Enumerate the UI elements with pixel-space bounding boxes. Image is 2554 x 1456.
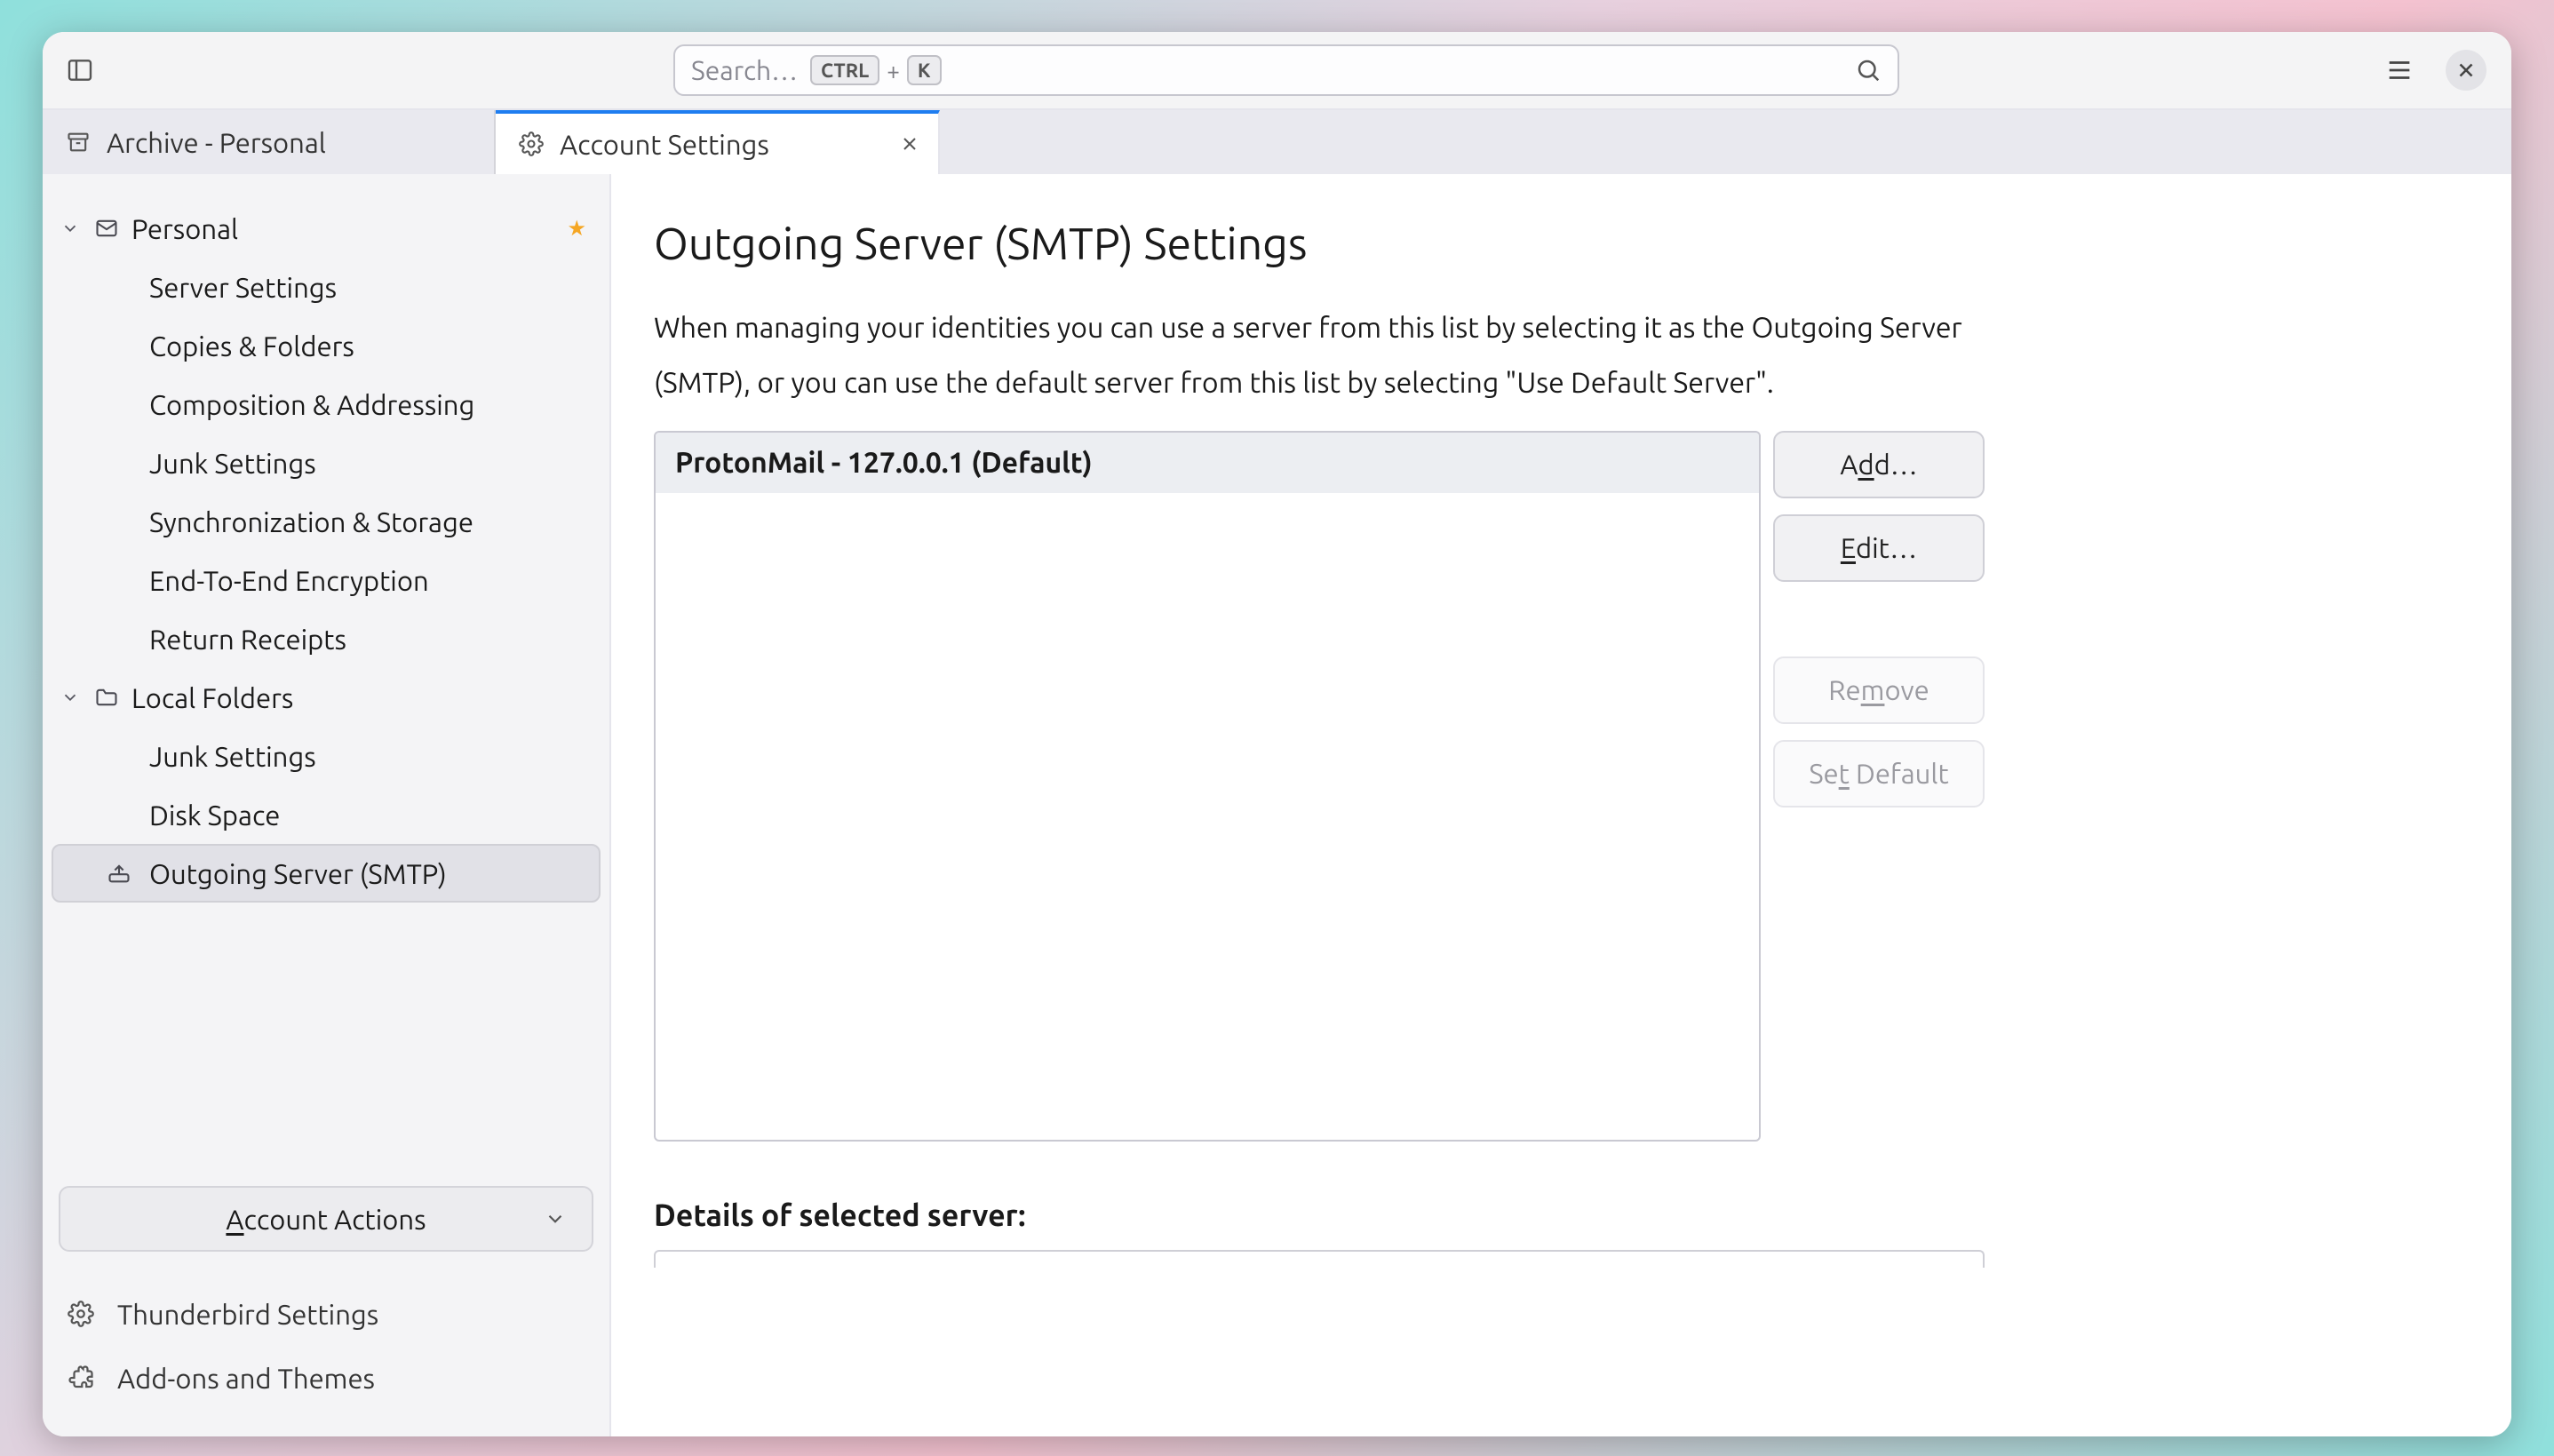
account-actions-label: Account Actions [226,1204,426,1235]
gear-icon [68,1301,94,1327]
remove-smtp-button: Remove [1773,656,1985,724]
app-menu-button[interactable] [2378,49,2421,91]
account-actions-button[interactable]: Account Actions [59,1186,593,1252]
tab-label: Account Settings [560,129,769,160]
archive-icon [66,130,91,155]
panel-icon [66,56,94,84]
tab-archive-personal[interactable]: Archive - Personal [43,110,496,174]
addons-themes-link[interactable]: Add-ons and Themes [68,1346,593,1410]
sidebar-item-local-junk-settings[interactable]: Junk Settings [52,727,601,785]
global-search-box[interactable]: Search… CTRL + K [673,44,1899,96]
puzzle-icon [68,1365,94,1391]
outbox-icon [107,861,133,886]
account-row-local-folders[interactable]: Local Folders [52,668,601,727]
title-toolbar: Search… CTRL + K [43,32,2511,110]
kbd-k: K [907,55,942,85]
sidebar-item-server-settings[interactable]: Server Settings [52,258,601,316]
settings-main-panel: Outgoing Server (SMTP) Settings When man… [611,174,2511,1436]
sidebar-item-label: Outgoing Server (SMTP) [149,858,447,889]
sidebar-item-return-receipts[interactable]: Return Receipts [52,609,601,668]
smtp-server-label: ProtonMail - 127.0.0.1 (Default) [675,447,1093,479]
sidebar-item-composition-addressing[interactable]: Composition & Addressing [52,375,601,434]
window-close-button[interactable] [2446,50,2486,91]
search-icon [1855,57,1882,84]
account-tree-sidebar: Personal ★ Server Settings Copies & Fold… [43,174,611,1436]
chevron-down-icon [60,219,82,238]
account-row-personal[interactable]: Personal ★ [52,199,601,258]
link-label: Thunderbird Settings [117,1299,378,1330]
sidebar-item-disk-space[interactable]: Disk Space [52,785,601,844]
thunderbird-settings-link[interactable]: Thunderbird Settings [68,1282,593,1346]
app-window: Search… CTRL + K Archive - Personal [43,32,2511,1436]
chevron-down-icon [544,1207,567,1230]
tab-bar: Archive - Personal Account Settings [43,110,2511,174]
add-smtp-button[interactable]: Add… [1773,431,1985,498]
chevron-down-icon [60,688,82,707]
sidebar-item-outgoing-server-smtp[interactable]: Outgoing Server (SMTP) [52,844,601,903]
page-description: When managing your identities you can us… [654,300,2004,411]
details-heading: Details of selected server: [654,1198,2456,1232]
spaces-toggle-button[interactable] [60,51,99,90]
kbd-ctrl: CTRL [810,55,879,85]
page-title: Outgoing Server (SMTP) Settings [654,219,2456,268]
default-account-star-icon: ★ [567,216,586,241]
smtp-server-list[interactable]: ProtonMail - 127.0.0.1 (Default) [654,431,1761,1142]
folder-icon [94,685,119,710]
set-default-smtp-button: Set Default [1773,740,1985,808]
close-icon [2455,59,2478,82]
hamburger-icon [2384,55,2415,85]
sidebar-item-e2e-encryption[interactable]: End-To-End Encryption [52,551,601,609]
tab-close-button[interactable] [895,130,924,158]
account-name: Local Folders [131,682,293,713]
server-details-box [654,1250,1985,1268]
account-name: Personal [131,213,238,244]
smtp-server-item[interactable]: ProtonMail - 127.0.0.1 (Default) [656,433,1759,493]
kbd-plus: + [887,58,900,84]
settings-tab-icon [519,131,544,156]
sidebar-item-sync-storage[interactable]: Synchronization & Storage [52,492,601,551]
tab-account-settings[interactable]: Account Settings [496,110,940,174]
link-label: Add-ons and Themes [117,1363,375,1394]
tab-label: Archive - Personal [107,127,326,158]
search-placeholder: Search… [691,55,798,85]
mail-account-icon [94,216,119,241]
sidebar-item-junk-settings[interactable]: Junk Settings [52,434,601,492]
content-body: Personal ★ Server Settings Copies & Fold… [43,174,2511,1436]
sidebar-item-copies-folders[interactable]: Copies & Folders [52,316,601,375]
smtp-buttons-column: Add… Edit… Remove Set Default [1773,431,1985,808]
edit-smtp-button[interactable]: Edit… [1773,514,1985,582]
